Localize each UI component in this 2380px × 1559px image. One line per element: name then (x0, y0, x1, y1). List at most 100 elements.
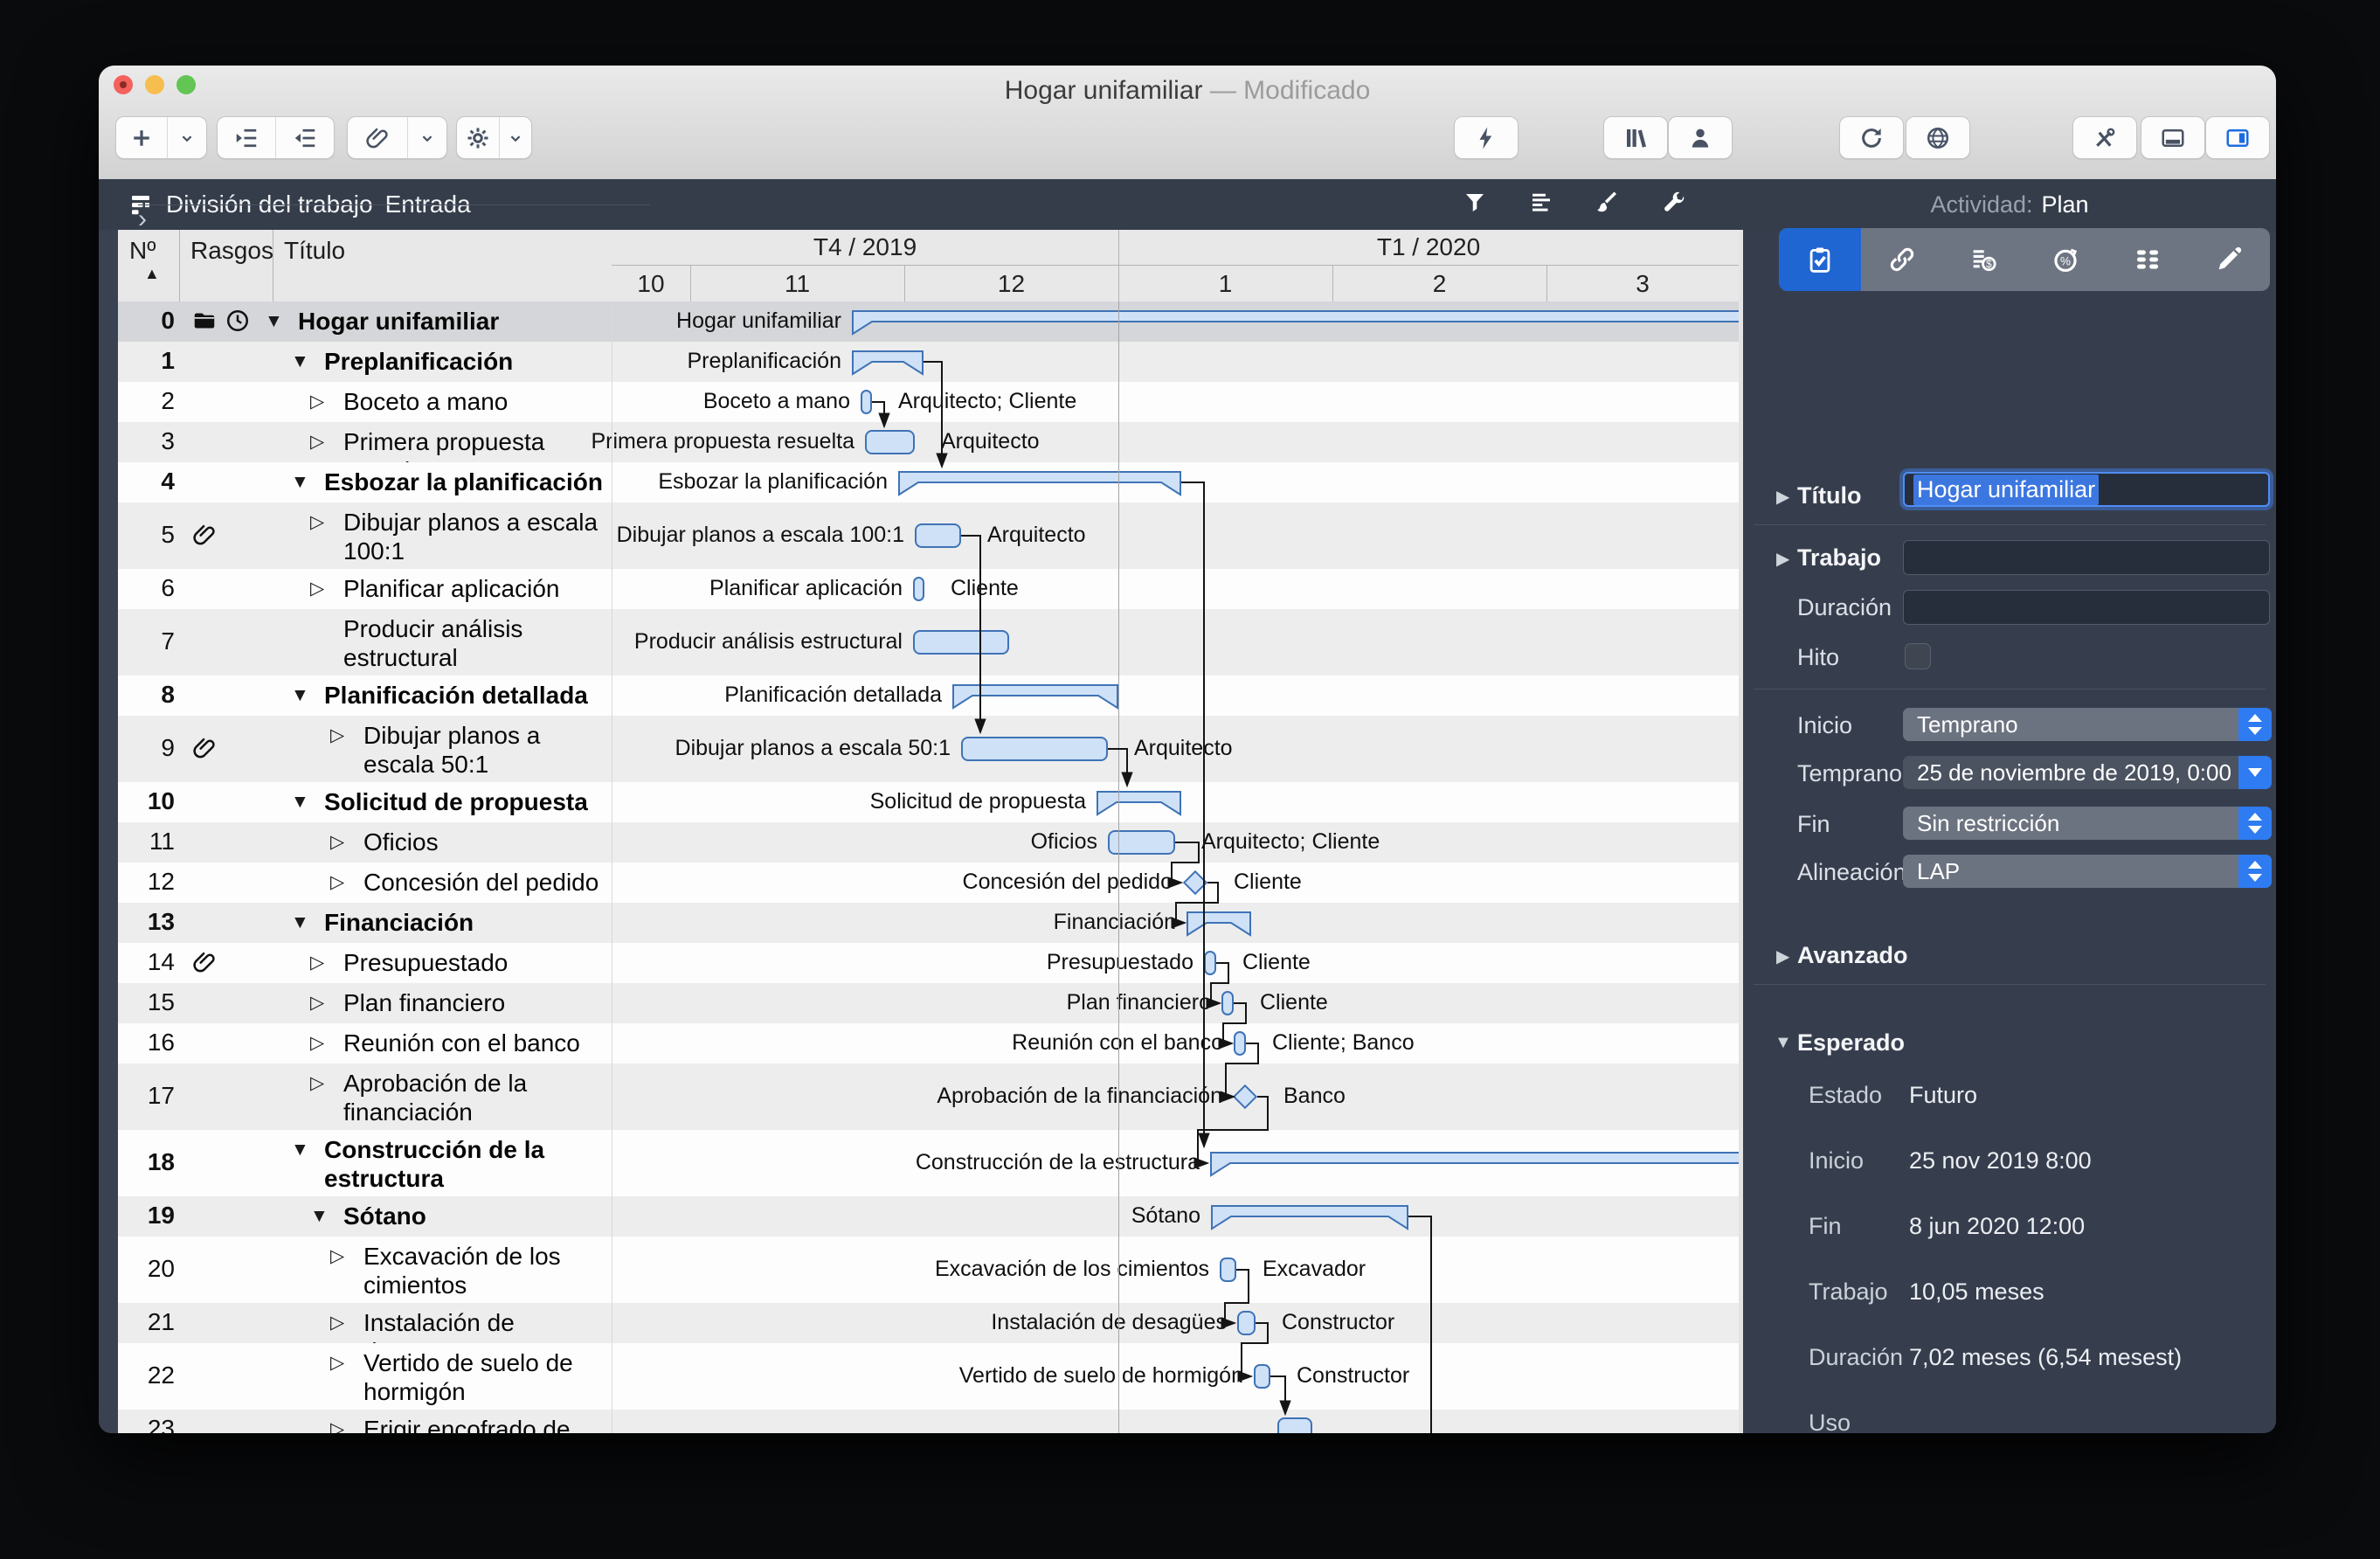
task-title[interactable]: ▼ Preplanificación (291, 347, 612, 376)
collapse-icon[interactable]: ▼ (291, 787, 312, 816)
attach-paperclip-button[interactable] (348, 117, 407, 158)
task-title[interactable]: ▷Boceto a mano (310, 387, 612, 416)
add-chevron-down-button[interactable] (167, 117, 206, 158)
funnel-button[interactable] (1462, 190, 1488, 220)
expand-icon[interactable]: ▷ (330, 828, 351, 856)
temprano-date-field[interactable]: 25 de noviembre de 2019, 0:00 (1903, 756, 2272, 789)
globe-button[interactable] (1906, 116, 1970, 159)
task-title[interactable]: ▼Sótano (310, 1202, 612, 1230)
task-title[interactable]: ▷Vertido de suelo de hormigón (330, 1348, 612, 1406)
task-title[interactable]: ▷Plan financiero (310, 988, 612, 1017)
column-header-title[interactable]: Título (284, 237, 345, 265)
expand-icon[interactable]: ▷ (310, 387, 331, 416)
dependency-link (872, 402, 884, 426)
task-title[interactable]: ▼Planificación detallada (291, 681, 612, 710)
settings-gear-button[interactable] (457, 117, 499, 158)
sync-icon (1858, 125, 1885, 151)
outline-indent-button[interactable] (218, 117, 275, 158)
task-title[interactable]: ▷ Erigir encofrado de (330, 1415, 612, 1433)
fin-popup[interactable]: Sin restricción (1903, 807, 2272, 840)
expand-icon[interactable]: ▷ (310, 1069, 331, 1126)
task-title[interactable]: ▷Dibujar planos a escala 100:1 (310, 508, 612, 565)
task-title[interactable]: ▷ Planificar aplicación (310, 574, 612, 603)
task-title-text: Preplanificación (324, 347, 513, 376)
task-title[interactable]: ▷Presupuestado (310, 948, 612, 977)
trabajo-input[interactable] (1903, 540, 2270, 575)
titulo-input[interactable]: Hogar unifamiliar (1903, 472, 2270, 507)
task-title[interactable]: ▷Excavación de los cimientos (330, 1242, 612, 1299)
task-title-text: Planificar aplicación (343, 574, 559, 603)
inspector-tab-link[interactable] (1861, 228, 1943, 291)
disclosure-icon[interactable]: ▶ (1776, 486, 1789, 508)
collapse-icon[interactable]: ▼ (291, 468, 312, 496)
task-title[interactable]: ▼Esbozar la planificación (291, 468, 612, 496)
expand-icon[interactable]: ▷ (310, 574, 331, 603)
attach-chevron-down-button[interactable] (407, 117, 446, 158)
duracion-input[interactable] (1903, 590, 2270, 625)
wrench-button[interactable] (1661, 190, 1687, 220)
task-title-text: Erigir encofrado de (363, 1415, 571, 1433)
person-button[interactable] (1668, 116, 1733, 159)
task-title[interactable]: ▼Hogar unifamiliar (265, 307, 612, 336)
disclosure-open-icon[interactable]: ▼ (1775, 1033, 1792, 1053)
collapse-icon[interactable]: ▼ (291, 347, 312, 376)
lightning-button[interactable] (1454, 116, 1519, 159)
disclosure-icon[interactable]: ▶ (1776, 548, 1789, 570)
panel-bottom-button[interactable] (2141, 116, 2205, 159)
hito-checkbox[interactable] (1905, 643, 1931, 669)
collapse-icon[interactable]: ▼ (310, 1202, 331, 1230)
task-title[interactable]: ▷Dibujar planos a escala 50:1 (330, 721, 612, 779)
tools-button[interactable] (2072, 116, 2137, 159)
brush-icon (1595, 190, 1621, 216)
breadcrumb-separator: › (138, 204, 650, 205)
expand-icon[interactable]: ▷ (330, 1348, 351, 1406)
task-title-text: Excavación de los cimientos (363, 1242, 612, 1299)
column-header-features[interactable]: Rasgos (190, 237, 273, 265)
task-title[interactable]: ▷Aprobación de la financiación (310, 1069, 612, 1126)
format-lines-button[interactable] (1528, 190, 1554, 220)
disclosure-icon[interactable]: ▶ (1776, 946, 1789, 967)
collapse-icon[interactable]: ▼ (291, 1135, 312, 1193)
expand-icon[interactable]: ▷ (330, 1242, 351, 1299)
section-avanzado[interactable]: Avanzado (1797, 942, 1908, 969)
task-title[interactable]: ▼Solicitud de propuesta (291, 787, 612, 816)
collapse-icon[interactable]: ▼ (291, 908, 312, 937)
inspector-tab-progress[interactable] (2024, 228, 2107, 291)
inicio-popup[interactable]: Temprano (1903, 708, 2272, 741)
expand-icon[interactable]: ▷ (310, 988, 331, 1017)
settings-chevron-down-button[interactable] (499, 117, 531, 158)
expand-icon[interactable]: ▷ (330, 868, 351, 897)
expand-icon[interactable]: ▷ (330, 1415, 351, 1433)
expand-icon[interactable]: ▷ (310, 1029, 331, 1057)
expand-icon[interactable]: ▷ (330, 721, 351, 779)
inspector-tab-columns[interactable] (2107, 228, 2189, 291)
inspector-tab-pencil[interactable] (2188, 228, 2270, 291)
brush-button[interactable] (1595, 190, 1621, 220)
collapse-icon[interactable]: ▼ (291, 681, 312, 710)
add-plus-button[interactable] (116, 117, 167, 158)
collapse-icon[interactable]: ▼ (265, 307, 286, 336)
inspector-tab-clipboard[interactable] (1779, 228, 1861, 291)
task-title[interactable]: ▷Concesión del pedido (330, 868, 612, 897)
task-title[interactable]: ▷Oficios (330, 828, 612, 856)
task-title[interactable]: ▷Reunión con el banco (310, 1029, 612, 1057)
outline-outdent-button[interactable] (275, 117, 334, 158)
inspector-tab-budget[interactable] (1942, 228, 2024, 291)
row-number: 4 (118, 468, 175, 495)
link-icon (1887, 245, 1917, 274)
books-button[interactable] (1603, 116, 1668, 159)
dependency-link (961, 536, 980, 732)
column-header-num[interactable]: Nº (129, 237, 156, 265)
dependency-link (1181, 482, 1204, 1147)
sort-ascending-icon[interactable]: ▲ (144, 265, 160, 283)
task-title[interactable]: ▼Construcción de la estructura (291, 1135, 612, 1193)
section-esperado[interactable]: Esperado (1797, 1029, 1905, 1057)
task-title[interactable]: Producir análisis estructural (310, 614, 612, 672)
expand-icon[interactable]: ▷ (310, 948, 331, 977)
dependency-link (924, 362, 942, 467)
sync-button[interactable] (1839, 116, 1904, 159)
task-title[interactable]: ▼Financiación (291, 908, 612, 937)
panel-right-button[interactable] (2205, 116, 2270, 159)
expand-icon[interactable]: ▷ (310, 508, 331, 565)
alineacion-popup[interactable]: LAP (1903, 855, 2272, 888)
